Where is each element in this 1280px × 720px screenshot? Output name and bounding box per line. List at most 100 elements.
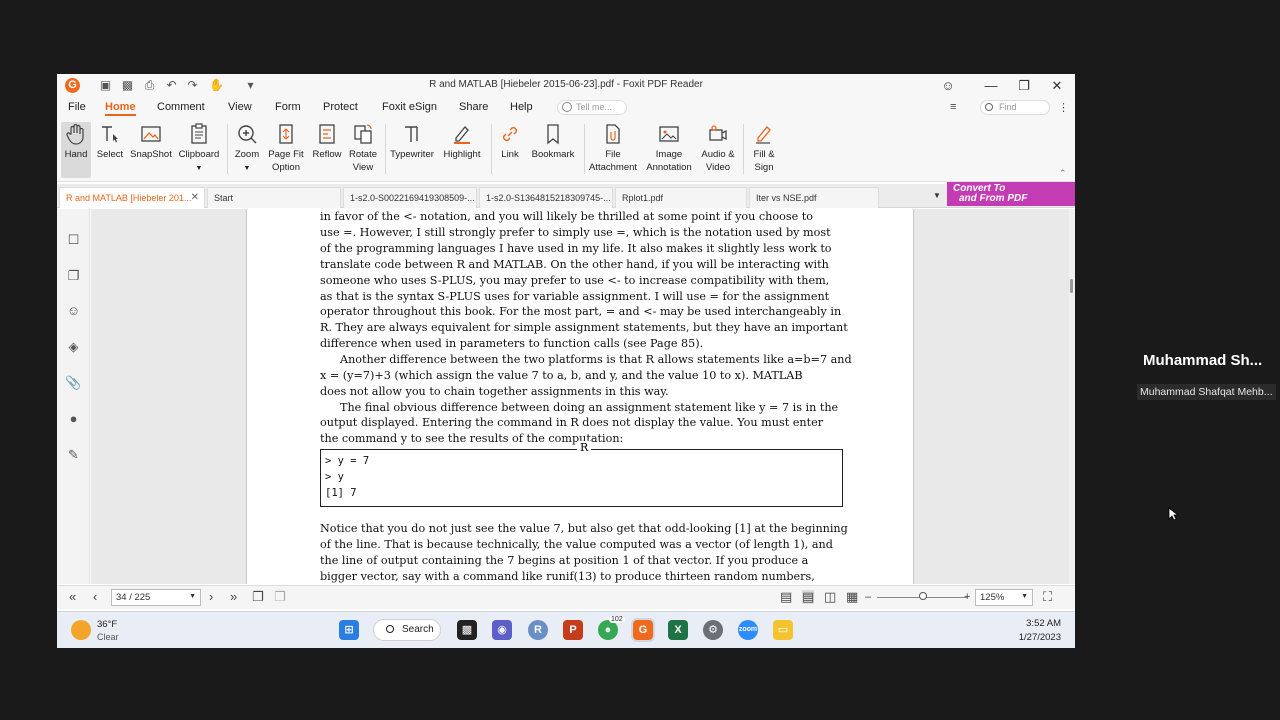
convert-pdf-banner[interactable]: Convert To and From PDF [947,182,1075,206]
layers-panel-icon[interactable]: ◈ [65,338,82,355]
find-input[interactable]: Find [980,100,1050,115]
fill-sign-button[interactable]: Fill & Sign [747,122,781,174]
clipboard-dropdown-icon[interactable]: ▼ [196,165,203,172]
undo-icon[interactable]: ↶ [163,77,180,94]
first-page-icon[interactable]: « [69,590,76,604]
vertical-scrollbar[interactable] [1069,209,1075,584]
tab-s0022169419308509[interactable]: 1-s2.0-S0022169419308509-... [343,187,477,208]
save-icon[interactable]: ▩ [119,77,136,94]
zoom-slider-knob[interactable] [919,592,927,600]
account-icon[interactable]: ☺ [937,76,959,96]
menu-help[interactable]: Help [510,101,533,113]
menu-view[interactable]: View [228,101,252,113]
chrome-icon[interactable]: ● [598,620,618,640]
zoom-app-icon[interactable]: zoom [738,620,758,640]
previous-page-icon[interactable]: ‹ [93,590,97,604]
bookmark-button[interactable]: Bookmark [529,122,577,161]
tab-r-and-matlab[interactable]: R and MATLAB [Hiebeler 201... ✕ [59,187,205,208]
file-explorer-icon[interactable]: ▭ [773,620,793,640]
foxit-taskbar-icon[interactable]: G [631,618,655,642]
next-page-icon[interactable]: › [209,590,213,604]
last-page-icon[interactable]: » [230,590,237,604]
tab-iter-vs-nse[interactable]: Iter vs NSE.pdf [749,187,879,208]
previous-view-icon[interactable]: ❐ [252,590,264,604]
page-number-input[interactable]: 34 / 225 ▼ [111,589,201,606]
document-view[interactable]: in favor of the <- notation, and you wil… [91,209,1069,584]
hand-tool-button[interactable]: Hand [61,122,91,178]
menu-file[interactable]: File [68,101,86,113]
zoom-label: Zoom [234,149,260,160]
hand-tool-quick-icon[interactable]: ✋ [208,77,225,94]
menu-foxit-esign[interactable]: Foxit eSign [382,101,437,113]
teams-chat-icon[interactable]: ◉ [492,620,512,640]
zoom-level-input[interactable]: 125% ▼ [975,589,1033,606]
foxit-logo-icon: G [65,78,80,93]
more-options-icon[interactable]: ⋮ [1058,101,1069,114]
zoom-button[interactable]: Zoom ▼ [231,122,263,175]
page-fit-option-button[interactable]: Page Fit Option [265,122,307,174]
close-tab-icon[interactable]: ✕ [191,192,199,203]
clock-time[interactable]: 3:52 AM [997,618,1061,629]
highlight-button[interactable]: Highlight [439,122,485,161]
image-annotation-button[interactable]: Image Annotation [643,122,695,174]
restore-button[interactable]: ❐ [1013,76,1035,96]
open-icon[interactable]: ▣ [97,77,114,94]
continuous-page-icon[interactable]: ▤ [802,590,815,604]
zoom-dropdown-icon[interactable]: ▼ [244,165,251,172]
zoom-dropdown-icon[interactable]: ▼ [1021,593,1028,600]
fullscreen-icon[interactable]: ⛶ [1043,590,1052,604]
scrollbar-thumb[interactable] [1070,279,1073,293]
select-tool-button[interactable]: Select [95,122,125,161]
weather-condition[interactable]: Clear [97,632,119,642]
file-attachment-button[interactable]: File Attachment [587,122,639,174]
weather-moon-icon[interactable] [71,620,91,640]
pages-panel-icon[interactable]: ❐ [65,267,82,284]
attachments-panel-icon[interactable]: 📎 [65,374,82,391]
settings-gear-icon[interactable]: ⚙ [703,620,723,640]
task-view-icon[interactable]: ▩ [457,620,477,640]
menu-protect[interactable]: Protect [323,101,358,113]
facing-page-icon[interactable]: ◫ [824,590,836,604]
taskbar-search[interactable]: Search [373,619,441,641]
minimize-button[interactable]: — [980,76,1002,96]
next-view-icon[interactable]: ❐ [274,590,286,604]
rotate-view-button[interactable]: Rotate View [347,122,379,174]
r-app-icon[interactable]: R [528,620,548,640]
customize-toolbar-icon[interactable]: ▾ [242,77,259,94]
menu-form[interactable]: Form [275,101,301,113]
zoom-in-icon[interactable]: + [964,590,970,604]
close-button[interactable]: ✕ [1046,76,1068,96]
tabs-dropdown-icon[interactable]: ▼ [933,191,941,200]
tab-s1364815218309745[interactable]: 1-s2.0-S1364815218309745-... [479,187,613,208]
link-button[interactable]: Link [495,122,525,161]
menu-share[interactable]: Share [459,101,488,113]
tab-rplot1[interactable]: Rplot1.pdf [615,187,747,208]
zoom-out-icon[interactable]: – [865,590,871,604]
excel-icon[interactable]: X [668,620,688,640]
signature-panel-icon[interactable]: ✎ [65,446,82,463]
collapse-ribbon-icon[interactable]: ⌃ [1059,168,1067,179]
print-icon[interactable]: ⎙ [141,77,158,94]
typewriter-button[interactable]: Typewriter [389,122,435,161]
comments-panel-icon[interactable]: ☺ [65,302,82,319]
audio-video-button[interactable]: Audio & Video [697,122,739,174]
menu-home[interactable]: Home [105,101,136,116]
snapshot-button[interactable]: SnapShot [129,122,173,161]
page-dropdown-icon[interactable]: ▼ [189,593,196,600]
search-options-icon[interactable]: ≡ [950,101,956,113]
windows-start-icon[interactable]: ⊞ [339,620,359,640]
tell-me-box[interactable]: Tell me... [557,100,627,115]
security-panel-icon[interactable]: ● [65,410,82,427]
single-page-icon[interactable]: ▤ [780,590,792,604]
menu-comment[interactable]: Comment [157,101,205,113]
weather-temperature[interactable]: 36°F [97,619,117,630]
bookmark-panel-icon[interactable]: ☐ [65,231,82,248]
clipboard-button[interactable]: Clipboard ▼ [177,122,221,175]
powerpoint-icon[interactable]: P [563,620,583,640]
doc-line: someone who uses S-PLUS, you may prefer … [320,274,830,287]
continuous-facing-icon[interactable]: ▦ [846,590,858,604]
clock-date[interactable]: 1/27/2023 [997,632,1061,643]
redo-icon[interactable]: ↷ [184,77,201,94]
reflow-button[interactable]: Reflow [311,122,343,161]
tab-start[interactable]: Start [207,187,341,208]
